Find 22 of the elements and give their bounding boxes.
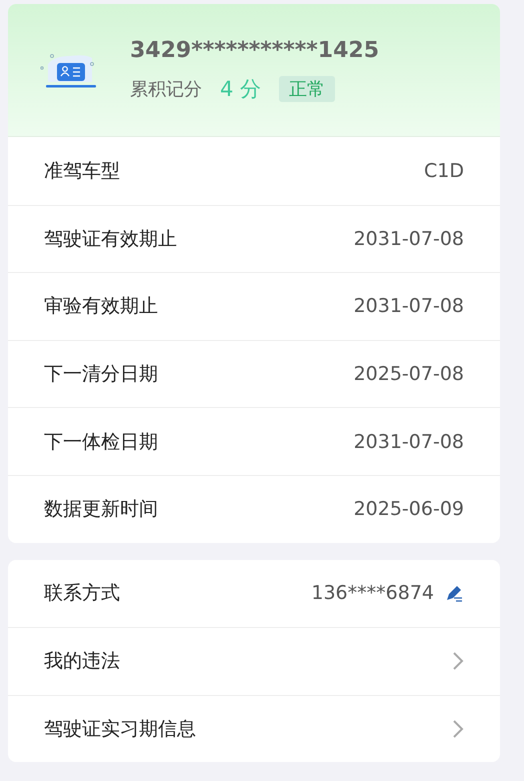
field-value: 2031-07-08	[354, 228, 464, 250]
menu-item[interactable]: 联系方式 136****6874	[8, 560, 500, 628]
field-label: 准驾车型	[44, 158, 120, 184]
edit-icon[interactable]	[444, 583, 464, 604]
field-value: 2025-07-08	[354, 363, 464, 386]
menu-item[interactable]: 驾驶证实习期信息	[8, 694, 500, 762]
points-value: 4 分	[220, 76, 262, 102]
field-label: 审验有效期止	[44, 294, 158, 320]
chevron-right-icon	[452, 719, 464, 740]
status-tag: 正常	[279, 76, 336, 102]
license-number: 3429***********1425	[130, 38, 380, 62]
field-label: 驾驶证有效期止	[44, 226, 177, 252]
field-label: 数据更新时间	[44, 497, 158, 522]
points-label: 累积记分	[130, 78, 202, 100]
field-label: 下一清分日期	[44, 362, 158, 388]
field-value: 2031-07-08	[354, 430, 464, 453]
field-value: 2031-07-08	[354, 295, 464, 318]
menu-item[interactable]: 我的违法	[8, 627, 500, 695]
field-value: C1D	[424, 160, 464, 182]
chevron-right-icon	[452, 651, 464, 672]
field-label: 下一体检日期	[44, 430, 158, 455]
field-value: 2025-06-09	[354, 498, 464, 520]
